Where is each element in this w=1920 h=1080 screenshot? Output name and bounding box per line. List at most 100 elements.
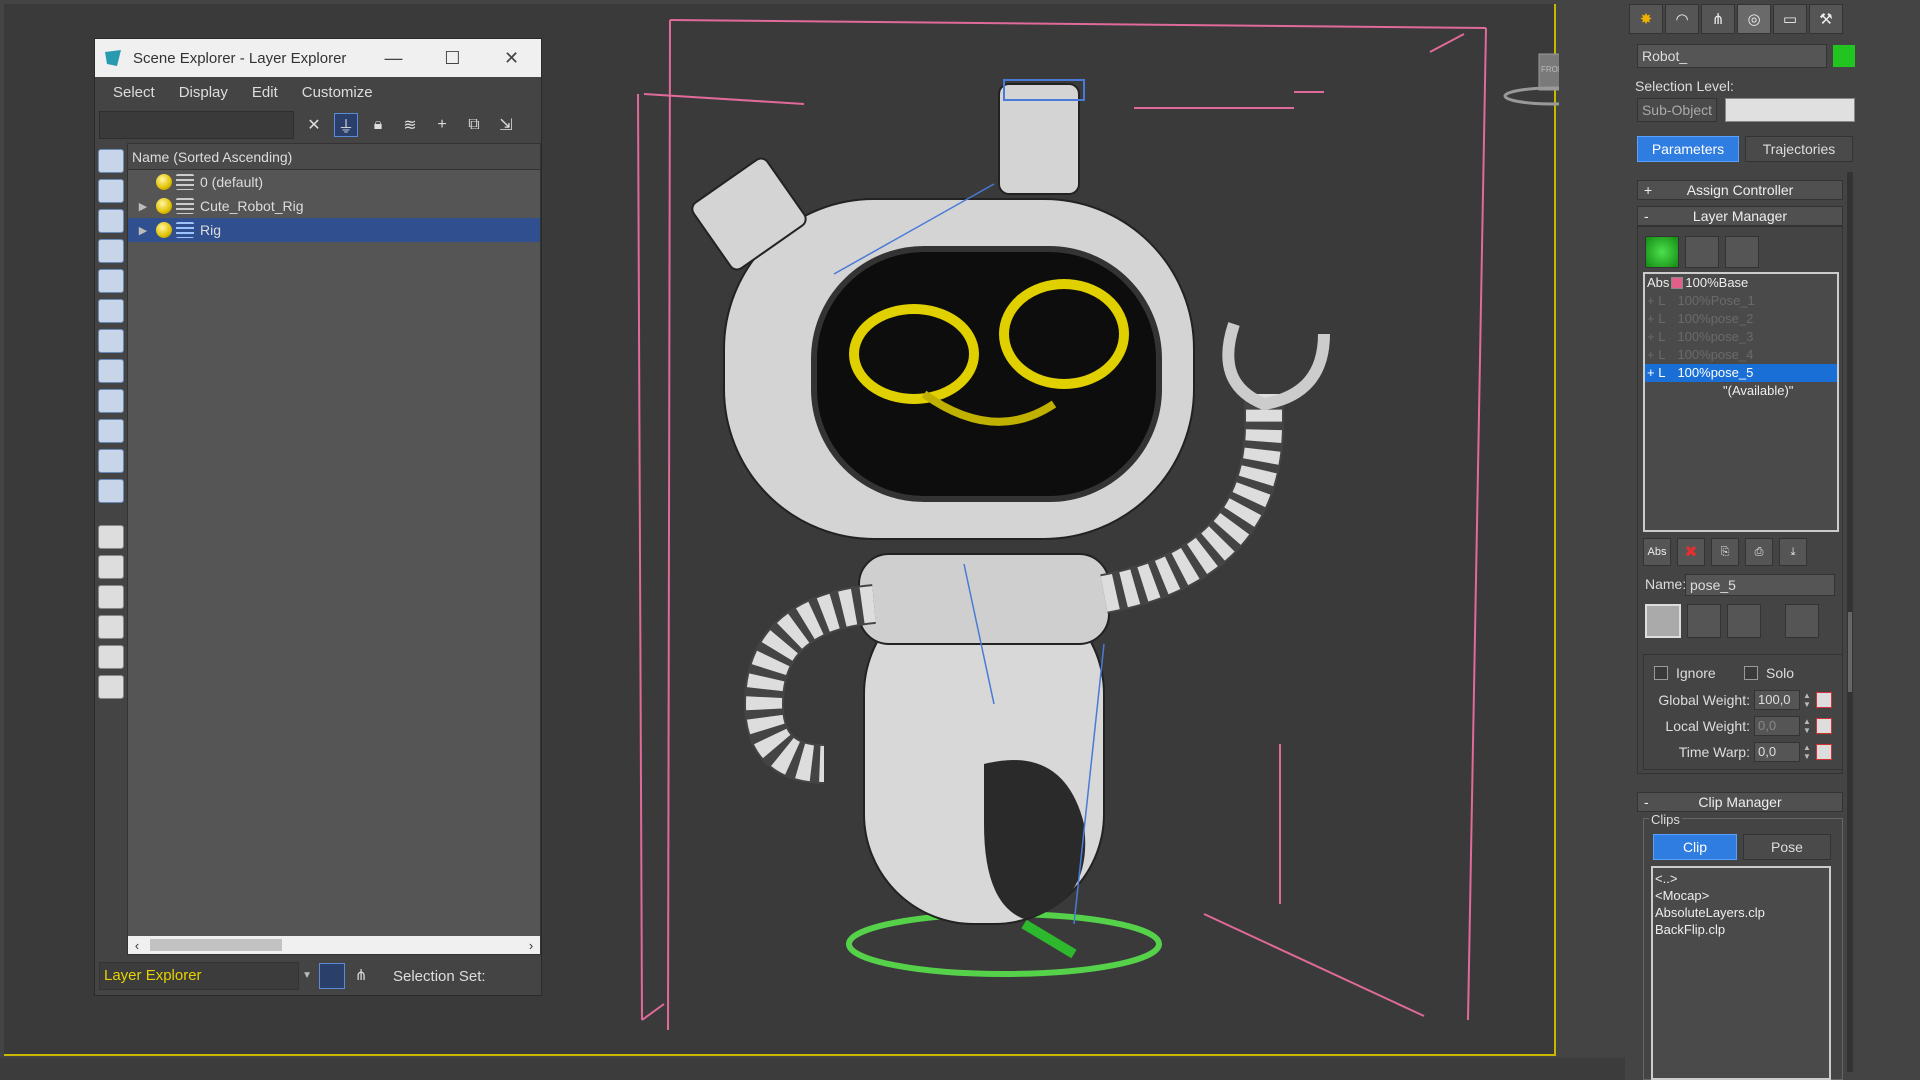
maximize-button[interactable]: ☐ [423, 48, 482, 69]
command-panel-scrollbar[interactable] [1847, 172, 1853, 1072]
display-spacewarps-icon[interactable] [98, 299, 124, 323]
save-to-layer-icon[interactable] [1727, 604, 1761, 638]
curve-icon[interactable] [1816, 718, 1832, 734]
column-header[interactable]: Name (Sorted Ascending) [128, 144, 540, 170]
display-containers-icon[interactable] [98, 419, 124, 443]
expand-arrow-icon[interactable]: ▶ [134, 200, 152, 213]
display-all-icon[interactable] [98, 525, 124, 549]
list-item[interactable]: <..> [1655, 870, 1827, 887]
lightbulb-icon[interactable] [156, 198, 172, 214]
copy-layer-icon[interactable]: ⎘ [1711, 538, 1739, 566]
motion-tab-icon[interactable]: ◎ [1737, 4, 1771, 34]
scrollbar-thumb[interactable] [150, 939, 282, 951]
lock-icon[interactable]: 🔒︎ [366, 113, 390, 137]
hierarchy-colors-icon[interactable] [1685, 236, 1719, 268]
checkbox-box[interactable] [1744, 666, 1758, 680]
tree-row-default[interactable]: 0 (default) [128, 170, 540, 194]
parameters-button[interactable]: Parameters [1637, 136, 1739, 162]
object-name-field[interactable]: Robot_ [1637, 44, 1827, 68]
layer-properties-icon[interactable] [1725, 236, 1759, 268]
list-item[interactable]: <Mocap> [1655, 887, 1827, 904]
assign-controller-rollout[interactable]: + Assign Controller [1637, 180, 1843, 200]
expand-arrow-icon[interactable]: ▶ [134, 224, 152, 237]
create-tab-icon[interactable]: ✸ [1629, 4, 1663, 34]
clip-button[interactable]: Clip [1653, 834, 1737, 860]
search-input[interactable] [99, 111, 294, 139]
curve-icon[interactable] [1816, 744, 1832, 760]
object-color-swatch[interactable] [1833, 45, 1855, 67]
anim-layer-row[interactable]: + L 100% pose_2 [1645, 310, 1837, 328]
display-frozen-icon[interactable] [98, 449, 124, 473]
filter-toggle-icon[interactable]: ⏚ [334, 113, 358, 137]
sort-by-layer-icon[interactable] [319, 963, 345, 989]
hierarchy-tab-icon[interactable]: ⋔ [1701, 4, 1735, 34]
filter-options-icon[interactable] [98, 645, 124, 669]
layer-settings-icon[interactable]: ≋ [398, 113, 422, 137]
list-item[interactable]: BackFlip.clp [1655, 921, 1827, 938]
add-abs-layer-button[interactable]: Abs [1643, 538, 1671, 566]
display-cameras-icon[interactable] [98, 239, 124, 263]
explorer-type-dropdown[interactable]: Layer Explorer ▼ [99, 962, 312, 990]
display-shapes-icon[interactable] [98, 179, 124, 203]
spinner-icon[interactable]: ▲ ▼ [1802, 717, 1812, 735]
display-invert-icon[interactable] [98, 585, 124, 609]
modify-tab-icon[interactable]: ◠ [1665, 4, 1699, 34]
delete-layer-icon[interactable]: ✖ [1677, 538, 1705, 566]
sub-object-button[interactable]: Sub-Object [1637, 98, 1717, 122]
add-to-layer-icon[interactable]: ⧉ [462, 113, 486, 137]
spinner-icon[interactable]: ▲ ▼ [1802, 743, 1812, 761]
select-layer-icon[interactable]: ⇲ [494, 113, 518, 137]
time-warp-field[interactable]: 0,0 [1754, 742, 1800, 762]
scroll-left-icon[interactable]: ‹ [128, 938, 146, 953]
filter-icon[interactable] [98, 615, 124, 639]
trajectories-button[interactable]: Trajectories [1745, 136, 1853, 162]
layer-manager-rollout[interactable]: - Layer Manager [1637, 206, 1843, 226]
list-item[interactable]: AbsoluteLayers.clp [1655, 904, 1827, 921]
global-weight-field[interactable]: 100,0 [1754, 690, 1800, 710]
panel-icon[interactable] [98, 675, 124, 699]
layer-tree[interactable]: Name (Sorted Ascending) 0 (default) ▶ Cu… [127, 143, 541, 955]
display-helpers-icon[interactable] [98, 269, 124, 293]
clip-manager-rollout[interactable]: - Clip Manager [1637, 792, 1843, 812]
checkbox-box[interactable] [1654, 666, 1668, 680]
display-geometry-icon[interactable] [98, 149, 124, 173]
play-icon[interactable] [1645, 236, 1679, 268]
menu-edit[interactable]: Edit [252, 84, 278, 101]
layer-color-button[interactable] [1645, 604, 1681, 638]
menu-select[interactable]: Select [113, 84, 155, 101]
anim-layer-row[interactable]: + L 100% pose_4 [1645, 346, 1837, 364]
menu-customize[interactable]: Customize [302, 84, 373, 101]
tree-row-rig[interactable]: ▶ Rig [128, 218, 540, 242]
available-slot[interactable]: "(Available)" [1645, 382, 1837, 400]
scene-explorer-titlebar[interactable]: Scene Explorer - Layer Explorer — ☐ ✕ [95, 39, 541, 77]
ignore-checkbox[interactable]: Ignore [1654, 665, 1716, 681]
display-groups-icon[interactable] [98, 329, 124, 353]
curve-icon[interactable] [1816, 692, 1832, 708]
set-key-icon[interactable] [1687, 604, 1721, 638]
solo-checkbox[interactable]: Solo [1744, 665, 1794, 681]
new-layer-icon[interactable]: + [430, 113, 454, 137]
sort-by-hierarchy-icon[interactable]: ⋔ [351, 966, 371, 986]
anim-layer-row-selected[interactable]: + L 100% pose_5 [1645, 364, 1837, 382]
display-hidden-icon[interactable] [98, 479, 124, 503]
lightbulb-icon[interactable] [156, 174, 172, 190]
close-button[interactable]: ✕ [482, 48, 541, 69]
minimize-button[interactable]: — [364, 48, 423, 69]
clip-list[interactable]: <..> <Mocap> AbsoluteLayers.clp BackFlip… [1651, 866, 1831, 1080]
display-none-icon[interactable] [98, 555, 124, 579]
display-bones-icon[interactable] [98, 389, 124, 413]
anim-layer-list[interactable]: Abs 100% Base + L 100% Pose_1 + L 100% p… [1643, 272, 1839, 532]
local-weight-field[interactable]: 0,0 [1754, 716, 1800, 736]
anim-layer-row[interactable]: + L 100% pose_3 [1645, 328, 1837, 346]
display-xrefs-icon[interactable] [98, 359, 124, 383]
tree-row-cute-robot-rig[interactable]: ▶ Cute_Robot_Rig [128, 194, 540, 218]
chevron-down-icon[interactable]: ▼ [302, 963, 312, 989]
move-up-down-icon[interactable] [1785, 604, 1819, 638]
clear-search-icon[interactable]: ✕ [302, 113, 326, 137]
layer-name-input[interactable]: pose_5 [1685, 574, 1835, 596]
pose-button[interactable]: Pose [1743, 834, 1831, 860]
spinner-icon[interactable]: ▲ ▼ [1802, 691, 1812, 709]
menu-display[interactable]: Display [179, 84, 228, 101]
display-tab-icon[interactable]: ▭ [1773, 4, 1807, 34]
anim-layer-row[interactable]: Abs 100% Base [1645, 274, 1837, 292]
